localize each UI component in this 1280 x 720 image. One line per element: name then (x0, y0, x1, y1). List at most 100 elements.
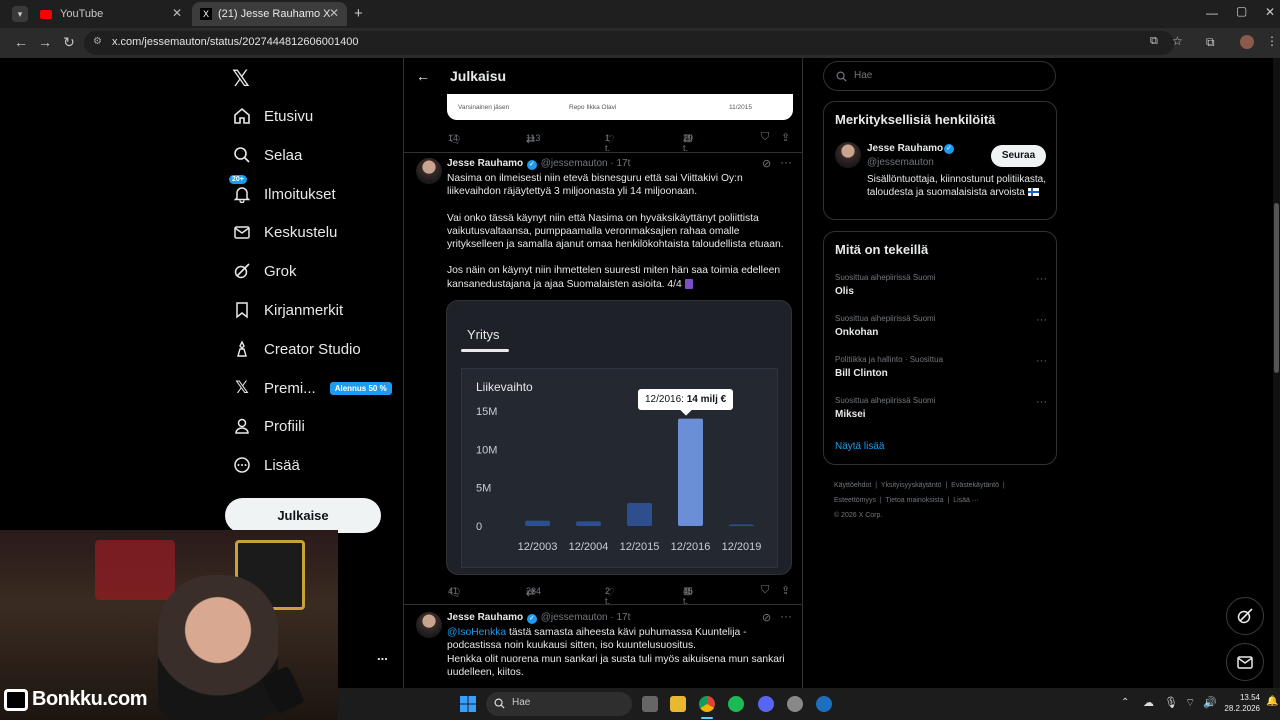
discord-icon[interactable] (758, 696, 774, 712)
new-tab-button[interactable]: + (354, 5, 363, 22)
bookmark-icon[interactable]: ⛉ (761, 584, 769, 597)
avatar[interactable] (1240, 35, 1254, 49)
site-info-icon[interactable]: ⚙ (93, 36, 102, 47)
chart-panel: Liikevaihto 15M 10M 5M 0 12/2003 12/2004 12/20… (461, 368, 778, 568)
divider (404, 604, 802, 605)
footer-link[interactable]: Käyttöehdot (834, 482, 871, 489)
chart-bar[interactable] (678, 418, 703, 526)
spotify-icon[interactable] (728, 696, 744, 712)
chrome-icon[interactable] (699, 696, 715, 712)
sidebar-item-premium[interactable]: 𝕏 Premi... Alennus 50 % (232, 373, 392, 403)
chart-bar[interactable] (729, 524, 754, 526)
sidebar-item-messages[interactable]: Keskustelu (232, 217, 337, 247)
trend-item[interactable]: Politiikka ja hallinto · Suosittua Bill C… (835, 355, 1047, 379)
x-tick-label: 12/2003 (518, 541, 558, 553)
person-name[interactable]: Jesse Rauhamo (867, 143, 943, 154)
trend-item[interactable]: Suosittua aihepiirissä Suomi Miksei ··· (835, 396, 1047, 420)
tab-search-button[interactable]: ▾ (12, 6, 28, 22)
url-field[interactable]: ⚙ x.com/jessemauton/status/2027444812606… (84, 31, 1183, 55)
trend-item[interactable]: Suosittua aihepiirissä Suomi Onkohan ··· (835, 314, 1047, 338)
x-logo-icon[interactable]: 𝕏 (232, 66, 250, 92)
minimize-button[interactable]: — (1206, 6, 1218, 20)
sidebar-item-notifications[interactable]: 20+ Ilmoitukset (229, 175, 336, 209)
account-more-icon[interactable]: ... (377, 648, 388, 663)
sidebar-item-creator-studio[interactable]: Creator Studio (232, 334, 361, 364)
grok-explain-icon[interactable]: ⊘ (762, 157, 771, 170)
more-icon[interactable]: ··· (1036, 355, 1047, 367)
volume-icon[interactable]: 🔊 (1203, 696, 1217, 709)
bookmark-icon[interactable]: ⛉ (761, 131, 769, 144)
follow-button[interactable]: Seuraa (991, 145, 1046, 167)
search-placeholder: Hae (854, 70, 873, 81)
more-icon[interactable]: ··· (780, 609, 792, 623)
chart-bar[interactable] (525, 520, 550, 526)
post-button[interactable]: Julkaise (225, 498, 381, 533)
share-icon[interactable]: ⇪ (781, 131, 790, 144)
back-arrow-icon[interactable]: ← (416, 68, 430, 84)
app-c-icon[interactable] (816, 696, 832, 712)
footer-link[interactable]: Lisää ··· (953, 497, 979, 504)
show-more-link[interactable]: Näytä lisää (835, 441, 884, 452)
more-icon[interactable]: ··· (1036, 314, 1047, 326)
mention-link[interactable]: @IsoHenkka (447, 627, 506, 638)
more-icon[interactable]: ··· (1036, 396, 1047, 408)
footer-link[interactable]: Evästekäytäntö (951, 482, 999, 489)
avatar[interactable] (416, 158, 442, 184)
tray-chevron-icon[interactable]: ⌃ (1121, 697, 1129, 708)
footer-link[interactable]: Yksityisyyskäytäntö (881, 482, 942, 489)
notification-bell-icon[interactable]: 🔔 (1266, 696, 1278, 707)
author-name[interactable]: Jesse Rauhamo (447, 612, 523, 623)
trend-item[interactable]: Suosittua aihepiirissä Suomi Olis ··· (835, 273, 1047, 297)
footer-link[interactable]: Tietoa mainoksista (886, 497, 944, 504)
clock-time: 13.54 (1239, 693, 1260, 702)
wifi-icon[interactable]: ⌔ (1185, 696, 1195, 710)
share-icon[interactable]: ⇪ (781, 584, 790, 597)
chart-bar[interactable] (576, 521, 601, 526)
extensions-icon[interactable]: ⧉ (1206, 35, 1215, 50)
close-window-button[interactable]: ✕ (1265, 5, 1275, 19)
tab-youtube[interactable]: YouTube ✕ (32, 2, 190, 26)
sidebar-item-label: Kirjanmerkit (264, 301, 344, 319)
more-icon[interactable]: ··· (1036, 273, 1047, 285)
grok-explain-icon[interactable]: ⊘ (762, 611, 771, 624)
bookmark-star-icon[interactable]: ☆ (1172, 34, 1183, 48)
menu-icon[interactable]: ⋮ (1266, 34, 1278, 48)
install-app-icon[interactable]: ⧉ (1150, 35, 1158, 48)
sidebar-item-grok[interactable]: Grok (232, 256, 297, 286)
forward-icon[interactable]: → (36, 34, 54, 50)
scrollbar-thumb[interactable] (1274, 203, 1279, 373)
file-explorer-icon[interactable] (670, 696, 686, 712)
taskbar-search[interactable]: Hae (486, 692, 632, 716)
sidebar-item-explore[interactable]: Selaa (232, 140, 302, 170)
sidebar-item-more[interactable]: Lisää (232, 450, 300, 480)
network-icon[interactable]: ☁ (1143, 696, 1154, 709)
settings-icon[interactable] (787, 696, 803, 712)
back-icon[interactable]: ← (12, 34, 30, 50)
tab-yritys[interactable]: Yritys (461, 317, 509, 352)
close-icon[interactable]: ✕ (329, 6, 339, 20)
sidebar-item-home[interactable]: Etusivu (232, 101, 313, 131)
search-icon (836, 71, 847, 82)
avatar[interactable] (835, 142, 861, 168)
windows-start-icon[interactable] (460, 696, 476, 712)
author-name[interactable]: Jesse Rauhamo (447, 158, 523, 169)
scrollbar[interactable] (1273, 58, 1280, 688)
close-icon[interactable]: ✕ (172, 6, 182, 20)
chart-bar[interactable] (627, 503, 652, 526)
more-icon[interactable]: ··· (780, 155, 792, 169)
messages-float-button[interactable] (1226, 643, 1264, 681)
avatar[interactable] (416, 612, 442, 638)
sidebar-item-profile[interactable]: Profiili (232, 411, 305, 441)
task-view-icon[interactable] (642, 696, 658, 712)
reload-icon[interactable]: ↻ (60, 34, 78, 51)
mic-icon[interactable]: 🎙 (1164, 696, 1178, 709)
search-box[interactable]: Hae (823, 61, 1056, 91)
grok-float-button[interactable] (1226, 597, 1264, 635)
tab-x-post[interactable]: X (21) Jesse Rauhamo Xssä: "Täst ✕ (192, 2, 347, 26)
footer-link[interactable]: Esteettömyys (834, 497, 876, 504)
tab-underline (461, 349, 509, 352)
taskbar-search-text: Hae (512, 697, 531, 708)
maximize-button[interactable]: ▢ (1236, 4, 1247, 18)
sidebar-item-bookmarks[interactable]: Kirjanmerkit (232, 295, 343, 325)
clock[interactable]: 13.54 28.2.2026 (1218, 692, 1260, 714)
